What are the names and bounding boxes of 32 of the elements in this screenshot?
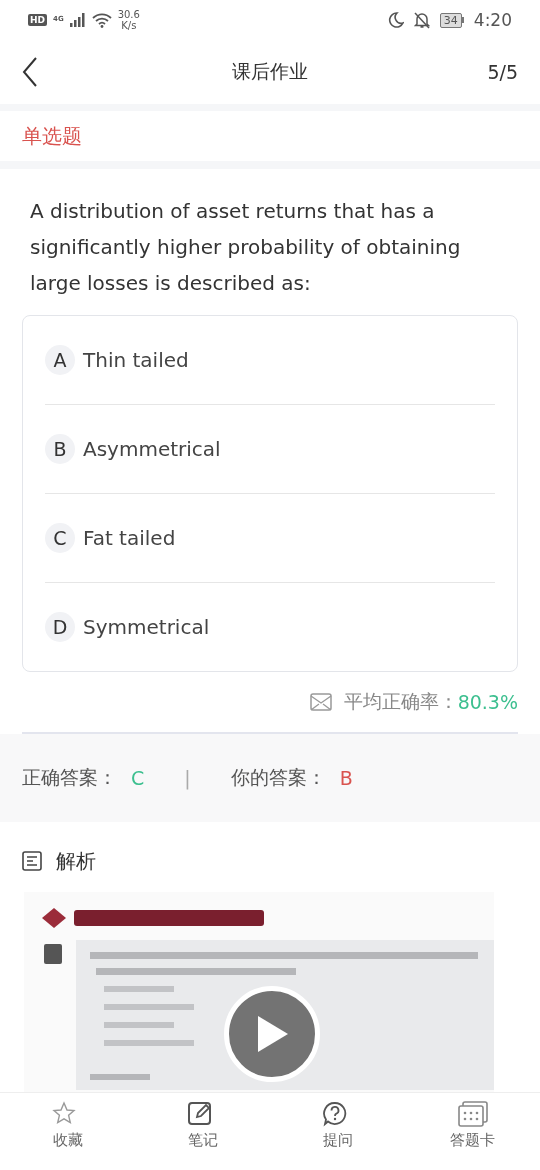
speed-unit: K/s bbox=[121, 20, 137, 31]
option-letter: B bbox=[45, 434, 75, 464]
hd-badge: HD bbox=[28, 14, 47, 26]
network-speed: 30.6 bbox=[117, 9, 140, 20]
back-button[interactable] bbox=[22, 57, 38, 87]
option-letter: A bbox=[45, 345, 75, 375]
question-type: 单选题 bbox=[22, 124, 82, 148]
option-letter: D bbox=[45, 612, 75, 642]
option-text[interactable]: Symmetrical bbox=[83, 615, 210, 639]
option-text[interactable]: Fat tailed bbox=[83, 526, 176, 550]
moon-icon bbox=[387, 12, 404, 28]
question-text: A distribution of asset returns that has a significantly higher probability of obtaining large losses is described as: bbox=[29, 198, 462, 297]
page-title: 课后作业 bbox=[232, 60, 308, 82]
battery-icon: 34 bbox=[439, 12, 464, 28]
your-answer: B bbox=[339, 767, 353, 789]
option-letter: C bbox=[45, 523, 75, 553]
signal-icon bbox=[69, 13, 86, 27]
envelope-icon bbox=[309, 693, 332, 711]
correct-answer: C bbox=[131, 767, 145, 789]
accuracy-label: 平均正确率： bbox=[343, 689, 458, 714]
answer-card-icon bbox=[456, 1100, 489, 1128]
option-text[interactable]: Thin tailed bbox=[83, 348, 189, 372]
correct-answer-label: 正确答案： bbox=[22, 765, 117, 790]
wifi-icon bbox=[91, 12, 112, 28]
clock-time: 4:20 bbox=[473, 10, 512, 30]
document-icon bbox=[22, 851, 42, 871]
your-answer-label: 你的答案： bbox=[230, 765, 326, 790]
analysis-title: 解析 bbox=[56, 847, 96, 875]
accuracy-value: 80.3% bbox=[457, 691, 518, 713]
separator: | bbox=[184, 767, 191, 789]
bell-off-icon bbox=[413, 11, 430, 29]
option-text[interactable]: Asymmetrical bbox=[83, 437, 221, 461]
